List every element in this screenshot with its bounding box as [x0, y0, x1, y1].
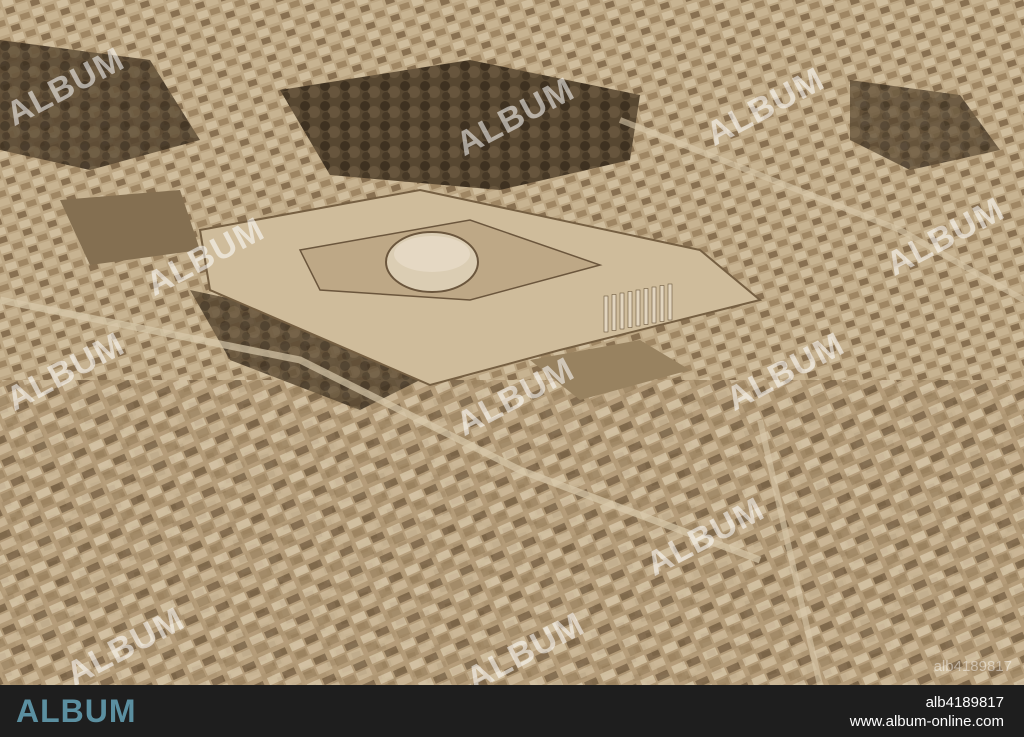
- corner-watermark-id: alb4189817: [933, 658, 1012, 675]
- image-id: alb4189817: [925, 694, 1004, 711]
- sepia-tone-overlay: [0, 0, 1024, 685]
- footer-bar: ALBUM alb4189817 www.album-online.com: [0, 685, 1024, 737]
- album-logo: ALBUM: [16, 693, 137, 729]
- aerial-photo: ALBUM ALBUM ALBUM ALBUM ALBUM ALBUM ALBU…: [0, 0, 1024, 685]
- aerial-city-scene: [0, 0, 1024, 685]
- stock-photo-page: ALBUM ALBUM ALBUM ALBUM ALBUM ALBUM ALBU…: [0, 0, 1024, 737]
- site-url[interactable]: www.album-online.com: [850, 713, 1004, 730]
